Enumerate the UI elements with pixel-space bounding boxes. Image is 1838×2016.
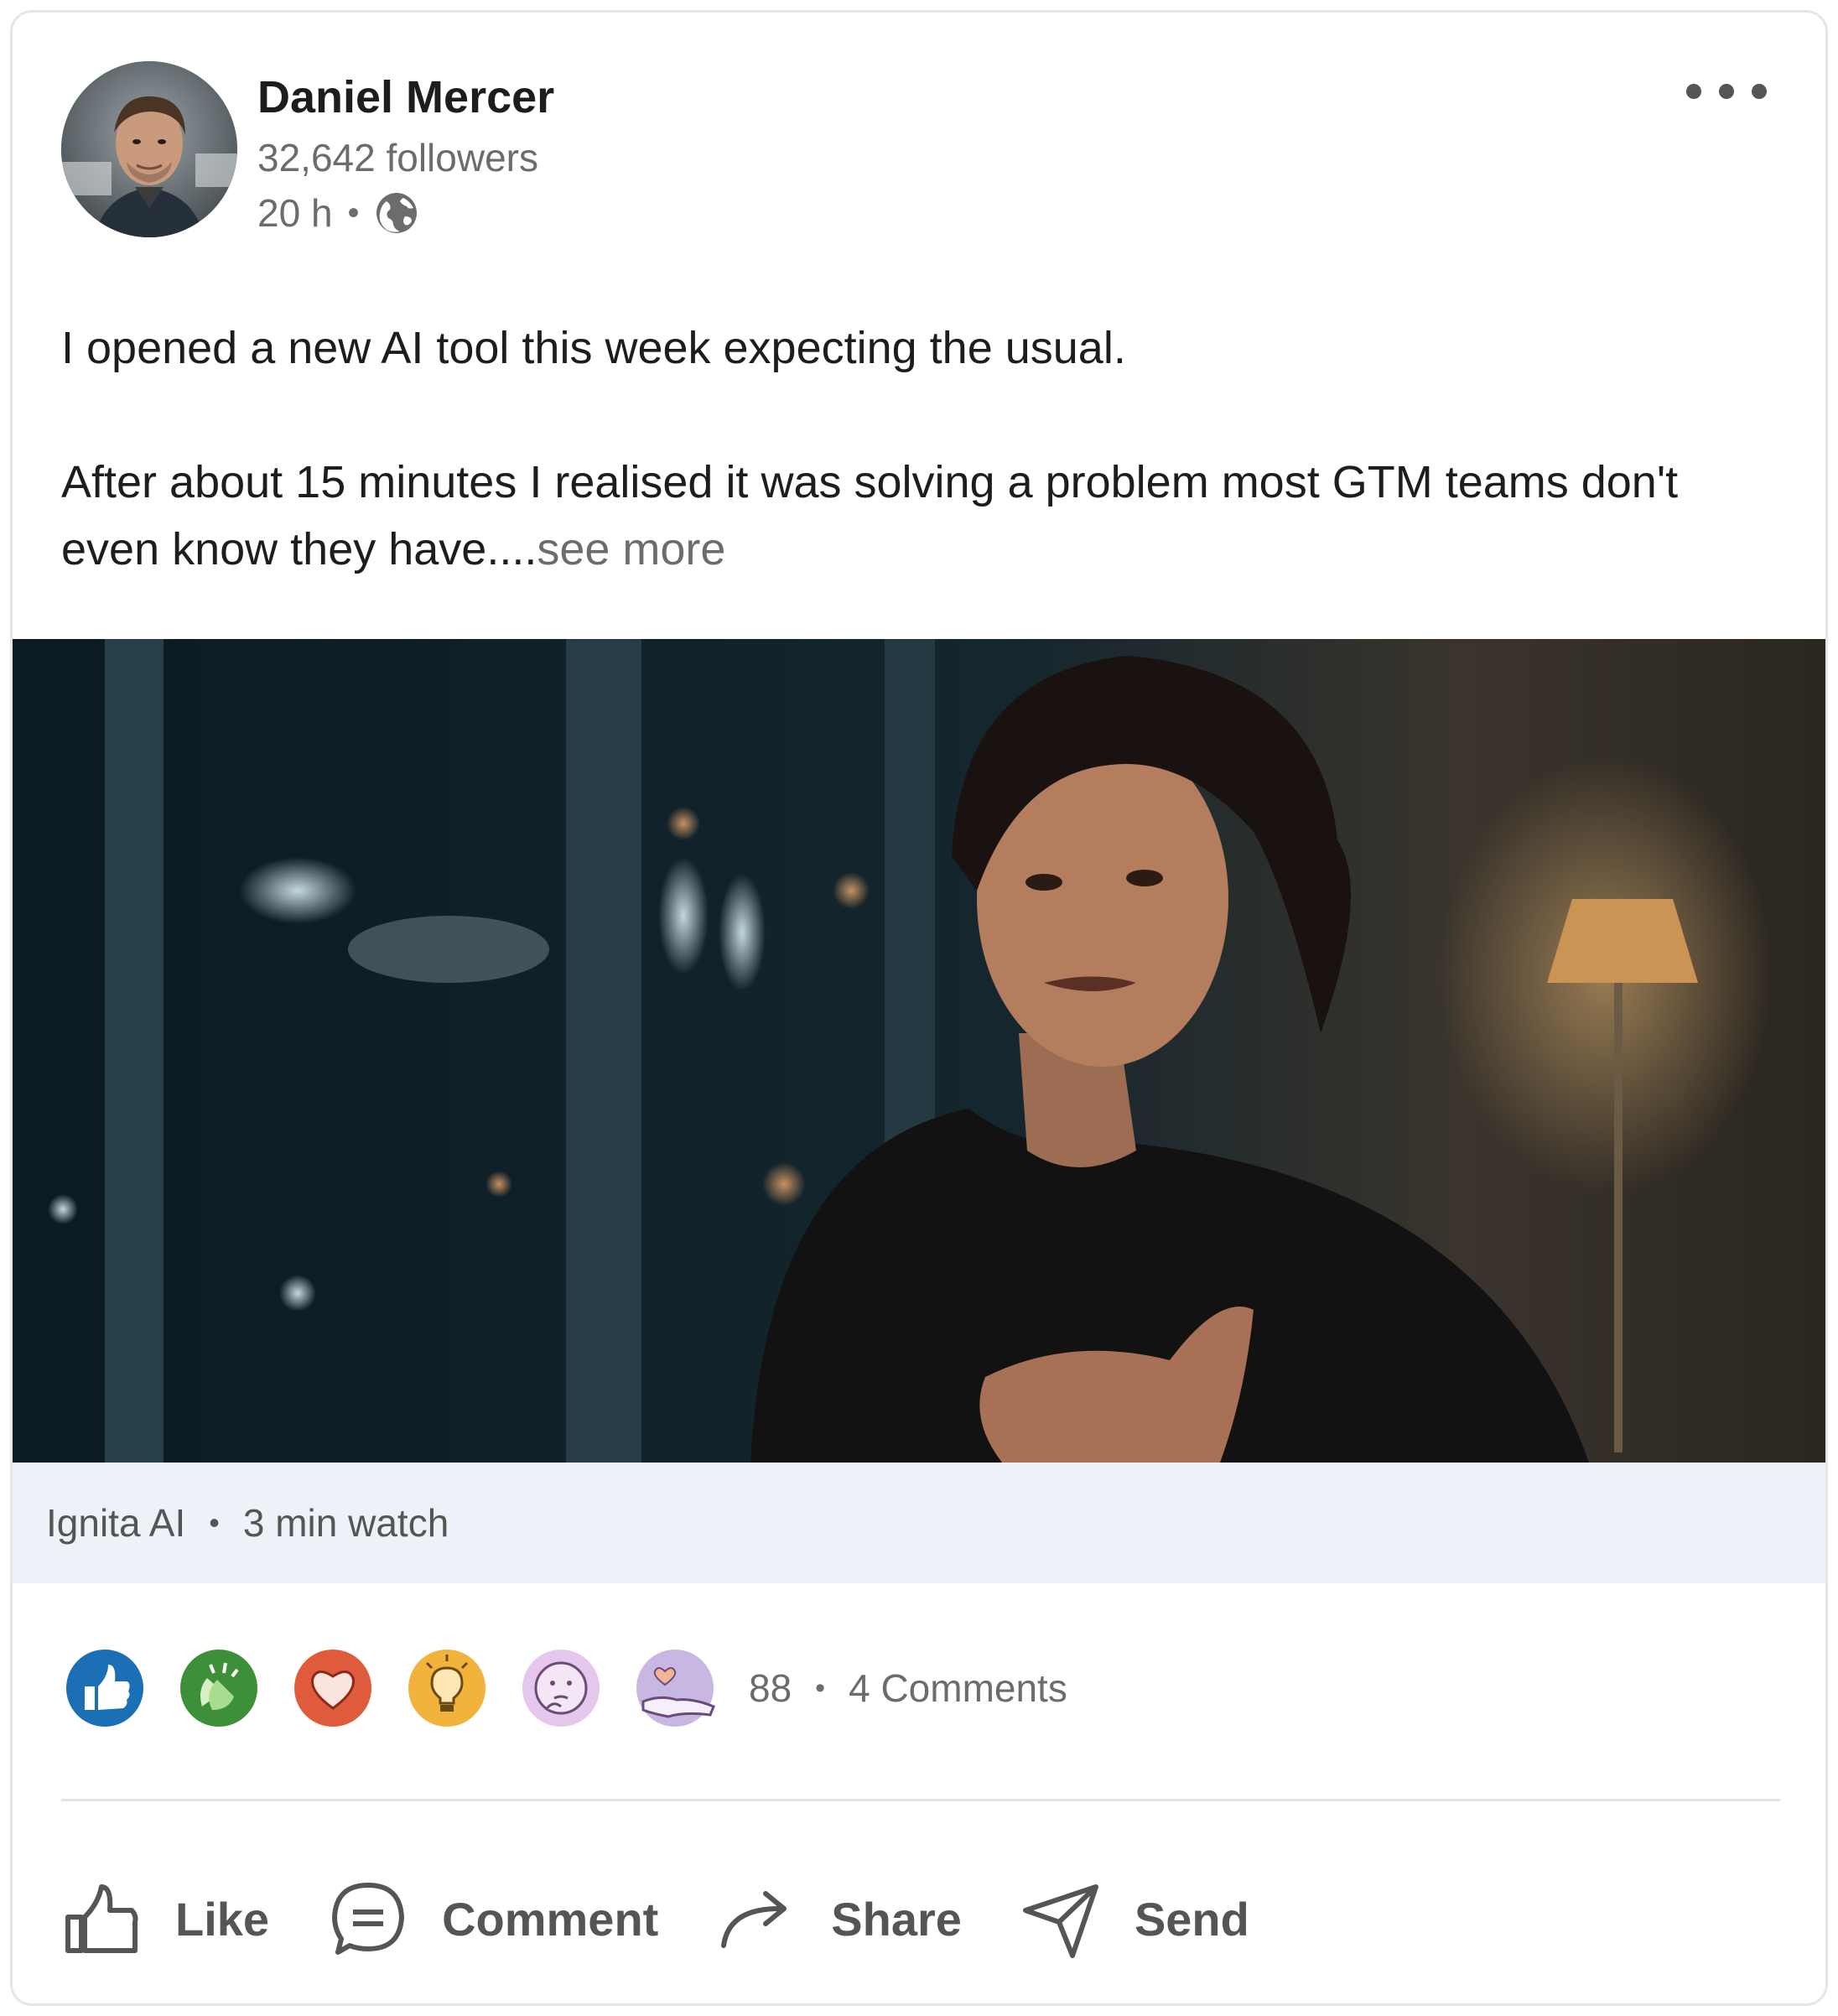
- divider: [61, 1799, 1780, 1801]
- celebrate-icon: [179, 1648, 259, 1728]
- more-options-button[interactable]: [1686, 75, 1767, 108]
- like-label: Like: [175, 1892, 270, 1946]
- send-label: Send: [1134, 1892, 1249, 1946]
- share-button[interactable]: Share: [717, 1878, 962, 1959]
- comment-bubble-icon: [328, 1878, 408, 1959]
- send-button[interactable]: Send: [1020, 1878, 1249, 1959]
- insightful-icon: [407, 1648, 487, 1728]
- media-source[interactable]: Ignita AI: [46, 1500, 185, 1546]
- more-dot: [1752, 84, 1767, 99]
- send-icon: [1020, 1878, 1101, 1959]
- media-caption: Ignita AI • 3 min watch: [13, 1463, 1825, 1583]
- share-arrow-icon: [717, 1878, 797, 1959]
- media-duration: 3 min watch: [242, 1501, 449, 1545]
- author-name[interactable]: Daniel Mercer: [257, 71, 554, 123]
- meta-separator: •: [347, 194, 360, 231]
- support-icon: [635, 1648, 715, 1728]
- post-paragraph: I opened a new AI tool this week expecti…: [61, 323, 1126, 373]
- post-card: Daniel Mercer 32,642 followers 20 h • I …: [10, 10, 1828, 2006]
- media-separator: •: [209, 1505, 220, 1540]
- thumbs-up-icon: [61, 1878, 142, 1959]
- social-separator: •: [815, 1671, 826, 1704]
- like-button[interactable]: Like: [61, 1878, 269, 1959]
- post-paragraph-text: After about 15 minutes I realised it was…: [61, 457, 1679, 574]
- share-label: Share: [831, 1892, 962, 1946]
- comments-count[interactable]: 4 Comments: [849, 1665, 1067, 1711]
- like-icon: [65, 1648, 145, 1728]
- post-time: 20 h: [257, 191, 333, 235]
- post-paragraph-2: After about 15 minutes I realised it was…: [61, 449, 1789, 583]
- post-meta: 20 h •: [257, 190, 418, 236]
- more-dot: [1719, 84, 1734, 99]
- see-more-link[interactable]: see more: [537, 524, 725, 574]
- post-body: I opened a new AI tool this week expecti…: [61, 314, 1789, 583]
- author-avatar[interactable]: [61, 61, 237, 237]
- comment-label: Comment: [442, 1892, 659, 1946]
- reaction-count[interactable]: 88: [749, 1665, 792, 1711]
- curious-icon: [521, 1648, 601, 1728]
- more-dot: [1686, 84, 1701, 99]
- love-icon: [293, 1648, 373, 1728]
- action-bar: Like Comment Share Send: [61, 1873, 1308, 1965]
- globe-icon: [375, 191, 418, 235]
- follower-count: 32,642 followers: [257, 136, 538, 179]
- video-thumbnail[interactable]: [13, 639, 1825, 1463]
- reactions-summary[interactable]: 88 • 4 Comments: [65, 1648, 1067, 1728]
- comment-button[interactable]: Comment: [328, 1878, 658, 1959]
